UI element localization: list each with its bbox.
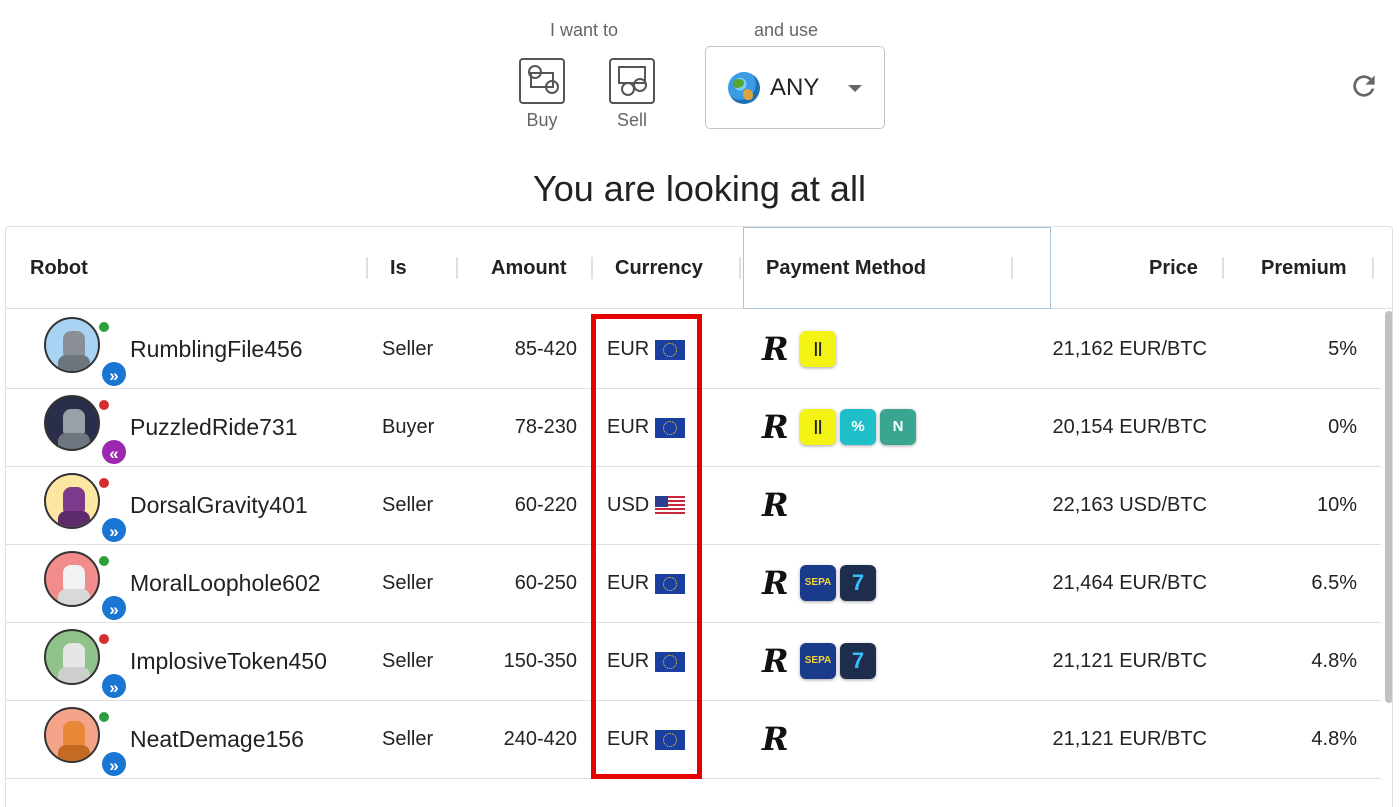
revolut-icon: R: [762, 642, 789, 680]
robot-name: MoralLoophole602: [130, 570, 321, 596]
order-premium: 10%: [1316, 494, 1357, 516]
order-amount: 60-220: [514, 494, 577, 516]
robot-name: RumblingFile456: [130, 336, 303, 362]
offline-status-dot: [98, 477, 110, 489]
order-side: Seller: [382, 728, 434, 750]
offline-status-dot: [98, 633, 110, 645]
double-chevron-right-icon: »: [100, 750, 128, 778]
revolut-icon: R: [762, 564, 789, 602]
column-header-amount[interactable]: Amount: [491, 227, 567, 309]
sell-button[interactable]: Sell: [602, 58, 662, 131]
buy-label: Buy: [526, 110, 558, 130]
sepa-icon: SEPA: [800, 643, 836, 679]
order-amount: 240-420: [503, 728, 577, 750]
order-price: 21,464 EUR/BTC: [1052, 572, 1207, 594]
instant-sepa-yellow-icon: ||: [800, 409, 836, 445]
robot-avatar[interactable]: [44, 629, 100, 685]
order-premium: 4.8%: [1311, 650, 1357, 672]
buy-button[interactable]: Buy: [512, 58, 572, 131]
use-label: and use: [754, 20, 819, 40]
payment-methods: R SEPA 7: [762, 643, 876, 679]
order-premium: 5%: [1328, 338, 1357, 360]
sell-envelope-icon: [609, 58, 655, 104]
order-amount: 85-420: [514, 338, 577, 360]
double-chevron-right-icon: »: [100, 672, 128, 700]
double-chevron-right-icon: »: [100, 516, 128, 544]
offline-status-dot: [98, 399, 110, 411]
currency-select[interactable]: ANY: [705, 46, 885, 129]
sepa-icon: SEPA: [800, 565, 836, 601]
payment-methods: R ||% N: [762, 409, 916, 445]
table-header: Robot Is Amount Currency Payment Method …: [6, 227, 1392, 309]
column-header-is[interactable]: Is: [390, 227, 407, 309]
payment-methods: R ||: [762, 331, 836, 367]
order-side: Seller: [382, 338, 434, 360]
column-header-robot[interactable]: Robot: [30, 227, 88, 309]
globe-icon: [728, 71, 760, 104]
teal-app-icon: %: [840, 409, 876, 445]
revolut-icon: R: [762, 408, 789, 446]
column-header-payment-method[interactable]: Payment Method: [743, 227, 1051, 309]
order-price: 22,163 USD/BTC: [1052, 494, 1207, 516]
double-chevron-right-icon: »: [100, 360, 128, 388]
robot-avatar[interactable]: [44, 317, 100, 373]
order-side: Seller: [382, 650, 434, 672]
order-price: 21,121 EUR/BTC: [1052, 650, 1207, 672]
buy-envelope-icon: [519, 58, 565, 104]
vertical-scrollbar[interactable]: [1385, 311, 1392, 703]
order-price: 21,121 EUR/BTC: [1052, 728, 1207, 750]
payment-methods: R: [762, 487, 796, 523]
order-premium: 0%: [1328, 416, 1357, 438]
payment-methods: R SEPA 7: [762, 565, 876, 601]
double-chevron-left-icon: «: [100, 438, 128, 466]
robot-avatar[interactable]: [44, 395, 100, 451]
order-premium: 4.8%: [1311, 728, 1357, 750]
order-side: Buyer: [382, 416, 435, 438]
order-amount: 150-350: [503, 650, 577, 672]
chevron-down-icon: [848, 85, 862, 92]
currency-highlight-box: [591, 314, 702, 779]
online-status-dot: [98, 555, 110, 567]
revolut-icon: R: [762, 720, 789, 758]
online-status-dot: [98, 321, 110, 333]
wise-icon: 7: [840, 643, 876, 679]
double-chevron-right-icon: »: [100, 594, 128, 622]
column-header-currency[interactable]: Currency: [615, 227, 703, 309]
column-header-price[interactable]: Price: [1149, 227, 1198, 309]
sell-label: Sell: [616, 110, 647, 130]
robot-name: NeatDemage156: [130, 726, 304, 752]
order-side: Seller: [382, 494, 434, 516]
robot-avatar[interactable]: [44, 551, 100, 607]
instant-sepa-yellow-icon: ||: [800, 331, 836, 367]
column-header-premium[interactable]: Premium: [1261, 227, 1347, 309]
revolut-icon: R: [762, 330, 789, 368]
online-status-dot: [98, 711, 110, 723]
order-price: 20,154 EUR/BTC: [1052, 416, 1207, 438]
payment-methods: R: [762, 721, 796, 757]
want-label: I want to: [550, 20, 619, 40]
robot-avatar[interactable]: [44, 707, 100, 763]
order-amount: 78-230: [514, 416, 577, 438]
order-price: 21,162 EUR/BTC: [1052, 338, 1207, 360]
wise-icon: 7: [840, 565, 876, 601]
n26-icon: N: [880, 409, 916, 445]
order-side: Seller: [382, 572, 434, 594]
refresh-icon[interactable]: [1348, 70, 1380, 102]
order-premium: 6.5%: [1311, 572, 1357, 594]
robot-name: ImplosiveToken450: [130, 648, 327, 674]
robot-name: DorsalGravity401: [130, 492, 308, 518]
order-amount: 60-250: [514, 572, 577, 594]
revolut-icon: R: [762, 486, 789, 524]
robot-name: PuzzledRide731: [130, 414, 298, 440]
currency-select-value: ANY: [770, 73, 820, 101]
page-title: You are looking at all: [533, 168, 866, 209]
robot-avatar[interactable]: [44, 473, 100, 529]
